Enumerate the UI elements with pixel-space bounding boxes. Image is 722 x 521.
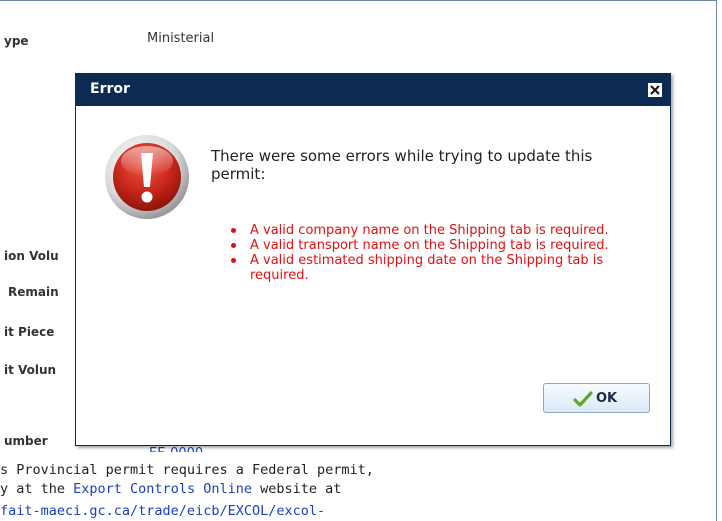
error-text: A valid transport name on the Shipping t… [250,238,609,253]
bullet-icon [231,228,236,233]
screen: ype Ministerial ion Volu Remain it Piece… [0,0,722,521]
close-icon [650,85,660,95]
paragraph-text: y at the [0,481,74,497]
ok-button-label: OK [596,391,618,406]
error-text: A valid company name on the Shipping tab… [250,223,609,238]
dialog-titlebar[interactable]: Error [76,74,670,106]
export-controls-link[interactable]: Export Controls Online [73,481,252,497]
field-label-number: umber [4,434,48,448]
paragraph-line: fait-maeci.gc.ca/trade/eicb/EXCOL/excol- [0,503,325,521]
paragraph-text: s Provincial permit requires a Federal p… [0,462,374,478]
dialog-title: Error [90,81,130,97]
paragraph-line: s Provincial permit requires a Federal p… [0,462,374,478]
paragraph-text: website at [251,481,342,497]
field-label-pieces: it Piece [4,325,55,339]
ok-button[interactable]: OK [543,383,650,413]
error-message: There were some errors while trying to u… [211,147,593,183]
field-value-number[interactable]: EE-0000 [149,446,203,452]
error-icon [105,135,189,219]
field-label-remaining: Remain [8,285,59,299]
bullet-icon [231,258,236,263]
error-text: A valid estimated shipping date on the S… [250,253,604,283]
checkmark-icon [573,391,593,407]
excol-url-link[interactable]: fait-maeci.gc.ca/trade/eicb/EXCOL/excol- [0,503,325,519]
bullet-icon [231,243,236,248]
error-list-item: A valid estimated shipping date on the S… [230,253,640,283]
error-list-item: A valid transport name on the Shipping t… [230,238,640,253]
field-label-type: ype [4,34,29,48]
paragraph-line: y at the Export Controls Online website … [0,481,341,497]
error-list: A valid company name on the Shipping tab… [230,223,640,283]
field-label-volume: ion Volu [4,249,59,263]
field-label-unit-volume: it Volun [4,363,57,377]
close-button[interactable] [648,83,662,97]
error-list-item: A valid company name on the Shipping tab… [230,223,640,238]
field-value-type: Ministerial [147,31,215,46]
error-dialog: Error There were some errors while tryin… [75,73,671,446]
